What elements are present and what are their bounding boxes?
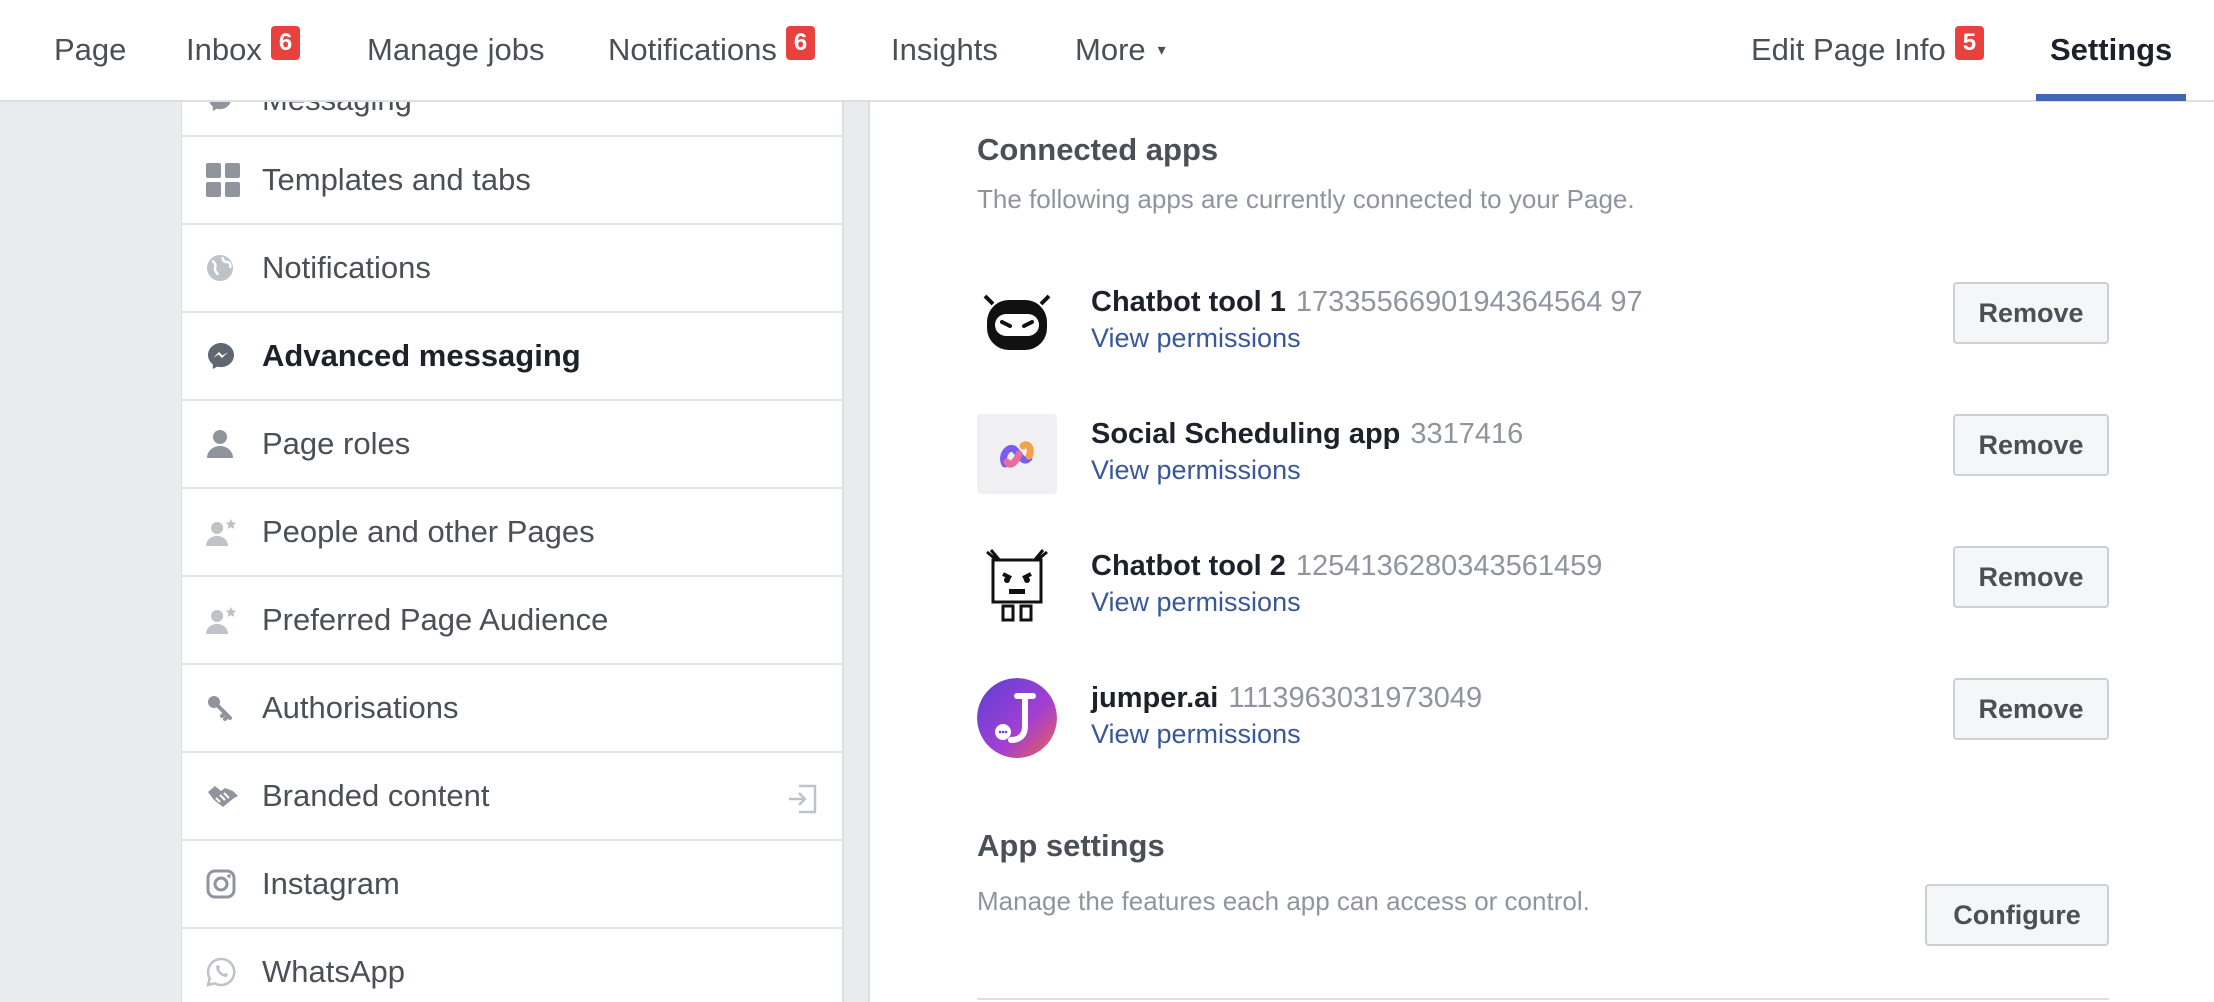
sidebar-item-templates-and-tabs[interactable]: Templates and tabs	[182, 135, 842, 223]
nav-page[interactable]: Page	[54, 0, 126, 100]
exit-icon[interactable]	[787, 783, 819, 823]
notifications-badge: 6	[785, 26, 816, 60]
sidebar-item-branded-content[interactable]: Branded content	[182, 751, 842, 839]
whatsapp-icon	[206, 952, 262, 992]
sidebar-item-instagram[interactable]: Instagram	[182, 839, 842, 927]
scheduling-logo-icon	[977, 414, 1057, 494]
sidebar-item-whatsapp[interactable]: WhatsApp	[182, 927, 842, 1002]
person-star-icon	[206, 512, 262, 552]
nav-insights[interactable]: Insights	[891, 0, 998, 100]
sidebar-item-page-roles[interactable]: Page roles	[182, 399, 842, 487]
nav-edit-page-info[interactable]: Edit Page Info 5	[1751, 0, 1985, 100]
section-divider	[977, 998, 2109, 1000]
configure-button[interactable]: Configure	[1925, 884, 2109, 946]
active-tab-indicator	[2036, 94, 2186, 101]
nav-notifications[interactable]: Notifications 6	[608, 0, 816, 100]
connected-app-row: Social Scheduling app 3317416 View permis…	[977, 410, 2109, 500]
remove-app-button[interactable]: Remove	[1953, 414, 2109, 476]
sidebar-item-authorisations[interactable]: Authorisations	[182, 663, 842, 751]
sidebar-item-label: Advanced messaging	[262, 338, 581, 373]
handshake-icon	[206, 776, 262, 816]
messaging-icon	[206, 102, 262, 120]
remove-app-button[interactable]: Remove	[1953, 282, 2109, 344]
templates-grid-icon	[206, 160, 262, 200]
app-name: Social Scheduling app	[1091, 418, 1401, 450]
app-settings-description: Manage the features each app can access …	[977, 886, 1590, 916]
nav-settings[interactable]: Settings	[2050, 0, 2172, 100]
app-name: jumper.ai	[1091, 682, 1219, 714]
remove-app-button[interactable]: Remove	[1953, 678, 2109, 740]
sidebar-item-label: Instagram	[262, 866, 400, 901]
view-permissions-link[interactable]: View permissions	[1091, 587, 1301, 618]
app-settings-title: App settings	[977, 828, 1165, 863]
nav-more-label: More	[1075, 32, 1146, 67]
robot-head-icon	[977, 282, 1057, 362]
sidebar-item-preferred-page-audience[interactable]: Preferred Page Audience	[182, 575, 842, 663]
remove-app-button[interactable]: Remove	[1953, 546, 2109, 608]
nav-more[interactable]: More ▾	[1075, 0, 1166, 100]
sidebar-item-label: Messaging	[262, 102, 412, 118]
app-id: 1113963031973049	[1228, 682, 1483, 714]
sidebar-item-label: Branded content	[262, 778, 490, 813]
jumper-logo-icon	[977, 678, 1057, 758]
view-permissions-link[interactable]: View permissions	[1091, 719, 1301, 750]
box-robot-icon	[977, 546, 1057, 626]
sidebar-item-notifications[interactable]: Notifications	[182, 223, 842, 311]
sidebar-item-label: Page roles	[262, 426, 411, 461]
nav-manage-jobs[interactable]: Manage jobs	[367, 0, 545, 100]
nav-insights-label: Insights	[891, 32, 998, 67]
top-navigation-bar: Page Inbox 6 Manage jobs Notifications 6 I…	[0, 0, 2214, 102]
connected-app-row: Chatbot tool 1 1733556690194364564 97 Vie…	[977, 278, 2109, 368]
app-id: 1733556690194364564 97	[1295, 286, 1643, 318]
app-id: 1254136280343561459	[1295, 550, 1603, 582]
nav-inbox-label: Inbox	[186, 32, 262, 67]
sidebar-item-label: WhatsApp	[262, 954, 406, 989]
settings-main-panel: Connected apps The following apps are cu…	[868, 102, 2214, 1002]
connected-apps-description: The following apps are currently connect…	[977, 184, 1635, 214]
nav-manage-jobs-label: Manage jobs	[367, 32, 545, 67]
app-name: Chatbot tool 2	[1091, 550, 1286, 582]
edit-page-info-badge: 5	[1954, 26, 1985, 60]
connected-apps-title: Connected apps	[977, 132, 1219, 167]
connected-app-row: Chatbot tool 2 1254136280343561459 View p…	[977, 542, 2109, 632]
sidebar-item-label: Notifications	[262, 250, 431, 285]
connected-app-row: jumper.ai 1113963031973049 View permissio…	[977, 674, 2109, 764]
chevron-down-icon: ▾	[1157, 42, 1166, 59]
nav-edit-page-info-label: Edit Page Info	[1751, 32, 1946, 67]
nav-settings-label: Settings	[2050, 32, 2173, 67]
sidebar-item-label: Templates and tabs	[262, 162, 531, 197]
view-permissions-link[interactable]: View permissions	[1091, 323, 1301, 354]
messenger-icon	[206, 336, 262, 376]
instagram-icon	[206, 864, 262, 904]
inbox-badge: 6	[270, 26, 301, 60]
globe-icon	[206, 248, 262, 288]
sidebar-item-label: Preferred Page Audience	[262, 602, 609, 637]
app-name: Chatbot tool 1	[1091, 286, 1286, 318]
view-permissions-link[interactable]: View permissions	[1091, 455, 1301, 486]
person-icon	[206, 424, 262, 464]
settings-sidebar: Messaging Templates and tabs Notificatio…	[181, 102, 844, 1002]
nav-page-label: Page	[54, 32, 127, 67]
app-id: 3317416	[1410, 418, 1524, 450]
nav-notifications-label: Notifications	[608, 32, 777, 67]
sidebar-item-label: Authorisations	[262, 690, 459, 725]
nav-inbox[interactable]: Inbox 6	[186, 0, 301, 100]
person-star-icon	[206, 600, 262, 640]
sidebar-item-label: People and other Pages	[262, 514, 595, 549]
key-icon	[206, 688, 262, 728]
sidebar-item-people-and-other-pages[interactable]: People and other Pages	[182, 487, 842, 575]
sidebar-item-advanced-messaging[interactable]: Advanced messaging	[182, 311, 842, 399]
